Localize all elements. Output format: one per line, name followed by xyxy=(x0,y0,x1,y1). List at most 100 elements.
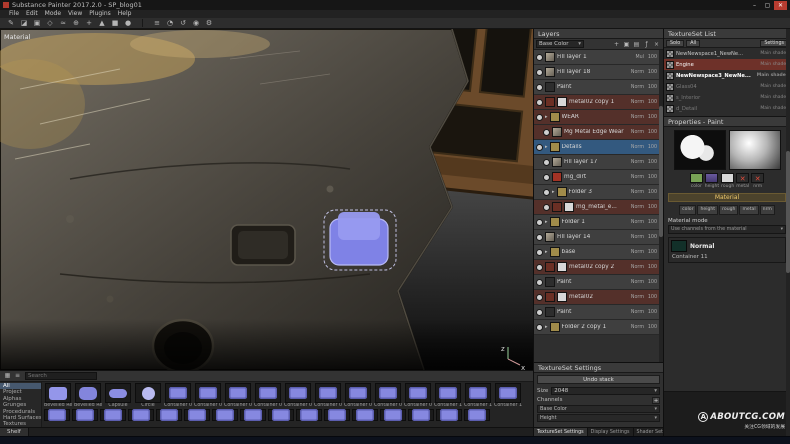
visibility-eye-icon[interactable] xyxy=(536,294,543,301)
layer-opacity[interactable]: 100 xyxy=(646,145,657,150)
tab-display-settings[interactable]: Display Settings xyxy=(588,428,634,436)
layer-opacity[interactable]: 100 xyxy=(646,280,657,285)
visibility-eye-icon[interactable] xyxy=(536,264,543,271)
close-button[interactable]: ✕ xyxy=(774,1,787,10)
layer-blend-mode[interactable]: Norm xyxy=(629,85,644,90)
scrollbar-thumb[interactable] xyxy=(786,151,790,273)
shelf-item[interactable]: Capsule xyxy=(104,383,132,408)
layer-opacity[interactable]: 100 xyxy=(646,115,657,120)
add-effect-icon[interactable]: ƒ xyxy=(642,40,651,49)
shelf-item[interactable]: Container 12 xyxy=(494,383,522,408)
minimize-button[interactable]: – xyxy=(748,1,761,10)
layer-blend-mode[interactable]: Mul xyxy=(629,55,644,60)
add-folder-icon[interactable]: ▣ xyxy=(622,40,631,49)
visibility-eye-icon[interactable] xyxy=(543,189,550,196)
layer-opacity[interactable]: 100 xyxy=(646,205,657,210)
right-scrollbar[interactable] xyxy=(786,29,790,436)
layer-opacity[interactable]: 100 xyxy=(646,55,657,60)
layer-opacity[interactable]: 100 xyxy=(646,190,657,195)
layer-row[interactable]: ▸WEARNorm100 xyxy=(534,110,659,125)
normal-map-thumbnail[interactable] xyxy=(671,240,687,252)
shelf-item[interactable]: Container 06 xyxy=(314,383,342,408)
smudge-tool-icon[interactable]: ≈ xyxy=(57,18,69,28)
folder-caret-icon[interactable]: ▸ xyxy=(545,144,548,150)
textureset-row[interactable]: s_InteriorMain shader xyxy=(664,92,790,103)
layer-row[interactable]: ▸Folder 1Norm100 xyxy=(534,215,659,230)
layer-blend-mode[interactable]: Norm xyxy=(629,115,644,120)
layer-opacity[interactable]: 100 xyxy=(646,295,657,300)
folder-caret-icon[interactable]: ▸ xyxy=(552,189,555,195)
channel-row[interactable]: Base Color▾ xyxy=(537,405,660,413)
delete-layer-icon[interactable]: × xyxy=(652,40,661,49)
eraser-tool-icon[interactable]: ◪ xyxy=(18,18,30,28)
menu-item-mode[interactable]: Mode xyxy=(42,10,64,18)
layer-opacity[interactable]: 100 xyxy=(646,235,657,240)
layer-blend-mode[interactable]: Norm xyxy=(629,100,644,105)
projection-tool-icon[interactable]: ▣ xyxy=(31,18,43,28)
shelf-item[interactable]: Container 02 xyxy=(194,383,222,408)
menu-item-view[interactable]: View xyxy=(65,10,85,18)
shelf-item[interactable]: Container 03 xyxy=(224,383,252,408)
layer-row[interactable]: mg_dirtNorm100 xyxy=(534,170,659,185)
shelf-search-input[interactable] xyxy=(25,372,97,380)
visibility-eye-icon[interactable] xyxy=(536,324,543,331)
visibility-eye-icon[interactable] xyxy=(536,144,543,151)
channel-chip[interactable]: height xyxy=(705,173,719,189)
shelf-thumbnail[interactable] xyxy=(268,409,294,421)
layer-opacity[interactable]: 100 xyxy=(646,160,657,165)
layer-blend-mode[interactable]: Norm xyxy=(629,205,644,210)
menu-item-file[interactable]: File xyxy=(6,10,22,18)
layer-opacity[interactable]: 100 xyxy=(646,175,657,180)
shelf-thumbnail[interactable] xyxy=(408,409,434,421)
shelf-thumbnail[interactable] xyxy=(184,409,210,421)
tab-textureset-settings[interactable]: TextureSet Settings xyxy=(534,428,588,436)
polygon-fill-tool-icon[interactable]: ◇ xyxy=(44,18,56,28)
layer-row[interactable]: ▸Folder 3Norm100 xyxy=(534,185,659,200)
channel-row[interactable]: Height▾ xyxy=(537,414,660,422)
layer-row[interactable]: mg_metal_e...Norm100 xyxy=(534,200,659,215)
layer-row[interactable]: PaintNorm100 xyxy=(534,80,659,95)
layer-row[interactable]: Mg Metal Edge WearNorm100 xyxy=(534,125,659,140)
tab-shader-settings[interactable]: Shader Settings xyxy=(634,428,663,436)
visibility-eye-icon[interactable] xyxy=(536,279,543,286)
pressure-icon[interactable]: ◉ xyxy=(190,18,202,28)
shelf-thumbnail[interactable] xyxy=(240,409,266,421)
visibility-eye-icon[interactable] xyxy=(536,69,543,76)
shelf-item[interactable]: Bevelled Re... xyxy=(74,383,102,408)
menu-item-help[interactable]: Help xyxy=(115,10,135,18)
shelf-thumbnail[interactable] xyxy=(436,409,462,421)
textureset-row[interactable]: d_DetailMain shader xyxy=(664,103,790,114)
material-sphere-preview[interactable] xyxy=(729,130,781,170)
textureset-row[interactable]: Glass04Main shader xyxy=(664,81,790,92)
visibility-eye-icon[interactable] xyxy=(536,249,543,256)
visibility-eye-icon[interactable] xyxy=(543,159,550,166)
layer-blend-mode[interactable]: Norm xyxy=(629,130,644,135)
layer-row[interactable]: metal02 copy 1Norm100 xyxy=(534,95,659,110)
menu-item-plugins[interactable]: Plugins xyxy=(86,10,114,18)
layer-opacity[interactable]: 100 xyxy=(646,310,657,315)
folder-caret-icon[interactable]: ▸ xyxy=(545,114,548,120)
menu-item-edit[interactable]: Edit xyxy=(23,10,41,18)
layer-blend-mode[interactable]: Norm xyxy=(629,250,644,255)
layer-blend-mode[interactable]: Norm xyxy=(629,160,644,165)
shelf-thumbnail[interactable] xyxy=(296,409,322,421)
textureset-row[interactable]: NewNewspace3_NewNe...Main shader xyxy=(664,70,790,81)
shelf-item[interactable]: Container 11 xyxy=(464,383,492,408)
shelf-thumbnail[interactable] xyxy=(464,409,490,421)
visibility-eye-icon[interactable] xyxy=(536,234,543,241)
layer-opacity[interactable]: 100 xyxy=(646,220,657,225)
solo-button[interactable]: Solo xyxy=(666,40,684,47)
material-mode-button-rough[interactable]: rough xyxy=(719,205,738,215)
tab-shelf[interactable]: Shelf xyxy=(0,428,29,436)
folder-caret-icon[interactable]: ▸ xyxy=(545,324,548,330)
layer-blend-mode[interactable]: Norm xyxy=(629,70,644,75)
visibility-eye-icon[interactable] xyxy=(536,84,543,91)
normal-material-name[interactable]: Container 11 xyxy=(671,254,783,260)
material-mode-button-nrm[interactable]: nrm xyxy=(760,205,775,215)
shelf-thumbnail[interactable] xyxy=(352,409,378,421)
all-button[interactable]: All xyxy=(686,40,700,47)
channel-chip[interactable]: color xyxy=(690,173,703,189)
undo-stack-button[interactable]: Undo stack xyxy=(537,375,660,384)
lazy-mouse-icon[interactable]: ↺ xyxy=(177,18,189,28)
shelf-thumbnail[interactable] xyxy=(156,409,182,421)
